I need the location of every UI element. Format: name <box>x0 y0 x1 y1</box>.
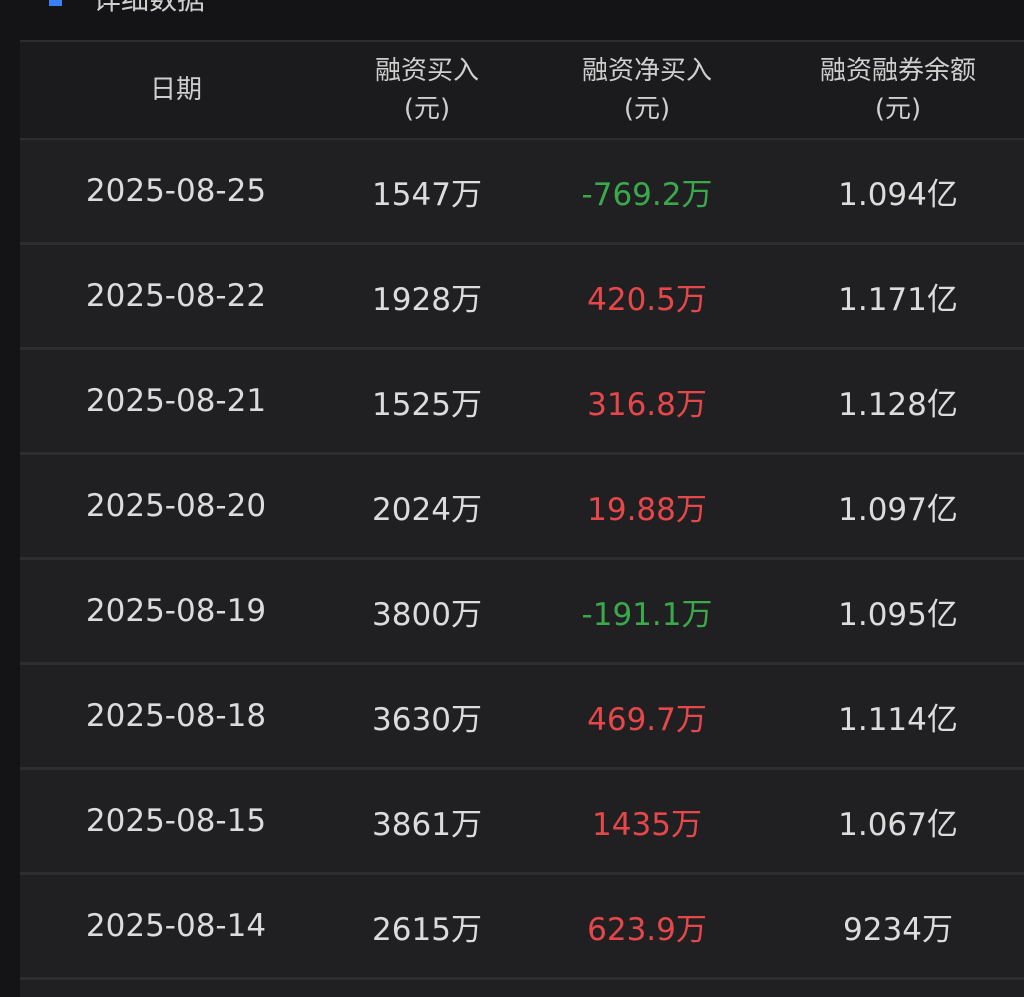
cell-net-buy: 469.7万 <box>587 701 707 738</box>
cell-balance: 1.094亿 <box>838 176 958 213</box>
cell-date: 2025-08-15 <box>85 803 267 839</box>
header-date: 日期 <box>20 42 332 138</box>
table-header: 日期 融资买入 (元) 融资净买入 (元) 融资融券余额 (元) <box>20 40 1024 140</box>
cell-net-buy: -191.1万 <box>581 596 713 633</box>
table-row[interactable]: 2025-08-14 2615万 623.9万 9234万 <box>20 875 1024 980</box>
table-row[interactable]: 2025-08-25 1547万 -769.2万 1.094亿 <box>20 140 1024 245</box>
cell-margin-buy: 2024万 <box>372 491 482 528</box>
margin-trading-table: 日期 融资买入 (元) 融资净买入 (元) 融资融券余额 (元) 2025-08… <box>20 40 1024 997</box>
cell-date: 2025-08-14 <box>85 908 267 944</box>
header-date-label: 日期 <box>149 75 202 105</box>
cell-net-buy: 1435万 <box>592 806 702 843</box>
table-row[interactable]: 2025-08-21 1525万 316.8万 1.128亿 <box>20 350 1024 455</box>
header-margin-buy-unit: (元) <box>403 94 451 124</box>
cell-margin-buy: 1525万 <box>372 386 482 423</box>
cell-margin-buy: 2615万 <box>372 911 482 948</box>
cell-margin-buy: 3800万 <box>372 596 482 633</box>
header-margin-buy: 融资买入 (元) <box>332 42 522 138</box>
header-balance-unit: (元) <box>874 94 922 124</box>
cell-date: 2025-08-19 <box>85 593 267 629</box>
cell-date: 2025-08-20 <box>85 488 267 524</box>
cell-margin-buy: 3861万 <box>372 806 482 843</box>
header-margin-buy-label: 融资买入 <box>374 56 479 86</box>
cell-balance: 9234万 <box>843 911 953 948</box>
table-row[interactable]: 2025-08-22 1928万 420.5万 1.171亿 <box>20 245 1024 350</box>
cell-date: 2025-08-22 <box>85 278 267 314</box>
header-balance: 融资融券余额 (元) <box>772 42 1024 138</box>
table-row[interactable]: 2025-08-15 3861万 1435万 1.067亿 <box>20 770 1024 875</box>
cell-balance: 1.097亿 <box>838 491 958 528</box>
cell-margin-buy: 3630万 <box>372 701 482 738</box>
cell-balance: 1.067亿 <box>838 806 958 843</box>
cell-margin-buy: 1547万 <box>372 176 482 213</box>
cell-balance: 1.114亿 <box>838 701 958 738</box>
table-row[interactable]: 2025-08-19 3800万 -191.1万 1.095亿 <box>20 560 1024 665</box>
table-row[interactable]: 2025-08-20 2024万 19.88万 1.097亿 <box>20 455 1024 560</box>
section-marker <box>49 0 62 6</box>
cell-date: 2025-08-25 <box>85 173 267 209</box>
cell-balance: 1.095亿 <box>838 596 958 633</box>
cell-net-buy: 623.9万 <box>587 911 707 948</box>
cell-date: 2025-08-21 <box>85 383 267 419</box>
cell-net-buy: 420.5万 <box>587 281 707 318</box>
table-row[interactable]: 2025-08-18 3630万 469.7万 1.114亿 <box>20 665 1024 770</box>
cell-balance: 1.128亿 <box>838 386 958 423</box>
cell-margin-buy: 1928万 <box>372 281 482 318</box>
cell-date: 2025-08-18 <box>85 698 267 734</box>
cell-net-buy: 19.88万 <box>587 491 707 528</box>
header-net-buy-label: 融资净买入 <box>581 56 712 86</box>
cell-net-buy: 316.8万 <box>587 386 707 423</box>
section-header: 详细数据 <box>0 0 1024 40</box>
header-net-buy-unit: (元) <box>623 94 671 124</box>
section-title: 详细数据 <box>93 0 205 18</box>
cell-balance: 1.171亿 <box>838 281 958 318</box>
header-net-buy: 融资净买入 (元) <box>522 42 772 138</box>
cell-net-buy: -769.2万 <box>581 176 713 213</box>
header-balance-label: 融资融券余额 <box>819 56 976 86</box>
